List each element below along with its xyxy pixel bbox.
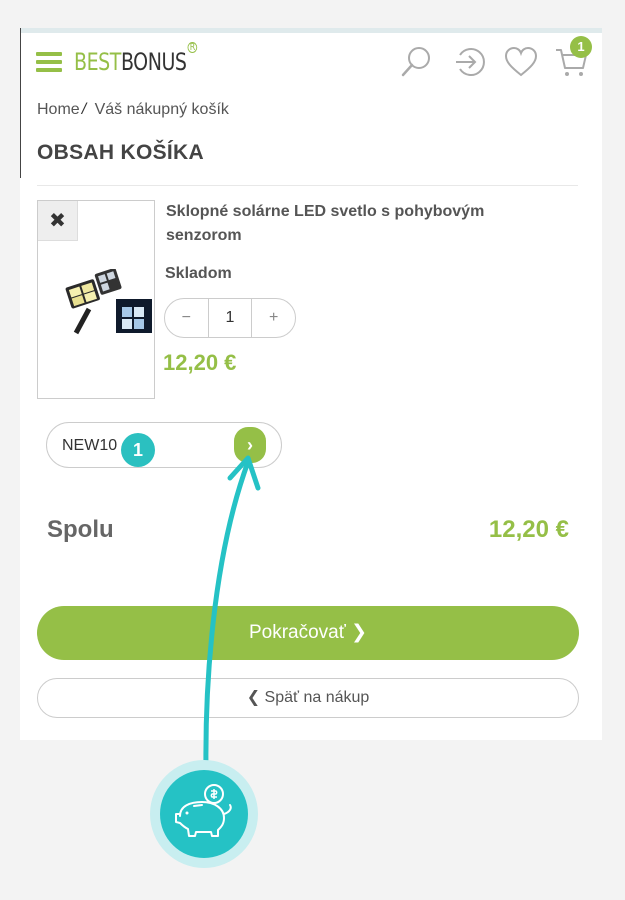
piggy-bank-icon <box>150 760 258 868</box>
product-name[interactable]: Sklopné solárne LED svetlo s pohybovým s… <box>166 200 546 248</box>
qty-value[interactable]: 1 <box>207 299 253 337</box>
header-icons: 1 <box>386 36 592 84</box>
apply-coupon-button[interactable]: › <box>234 427 266 463</box>
login-icon[interactable] <box>452 44 488 80</box>
menu-icon[interactable] <box>36 52 62 72</box>
cart-count-badge: 1 <box>570 36 592 58</box>
back-to-shop-button[interactable]: ❮ Späť na nákup <box>37 678 579 718</box>
product-image <box>65 269 152 335</box>
divider <box>37 185 578 186</box>
site-logo[interactable]: BESTBONUS R <box>74 42 198 76</box>
page-title: OBSAH KOŠÍKA <box>37 141 204 164</box>
quantity-stepper: − 1 + <box>164 298 296 338</box>
panel-edge-line <box>20 28 21 178</box>
product-thumbnail[interactable]: ✖ <box>37 200 155 399</box>
total-label: Spolu <box>47 516 114 543</box>
continue-button[interactable]: Pokračovať ❯ <box>37 606 579 660</box>
breadcrumb-current[interactable]: Váš nákupný košík <box>95 101 229 118</box>
step-number-badge: 1 <box>121 433 155 467</box>
qty-increase-button[interactable]: + <box>252 299 295 337</box>
cart-icon[interactable]: 1 <box>554 36 592 80</box>
breadcrumb-separator: / <box>81 101 87 118</box>
remove-item-button[interactable]: ✖ <box>38 201 78 241</box>
site-header: BESTBONUS R 1 <box>36 36 592 84</box>
breadcrumb: Home / Váš nákupný košík <box>37 101 229 119</box>
stock-status: Skladom <box>165 265 232 282</box>
breadcrumb-home[interactable]: Home <box>37 101 80 118</box>
search-icon[interactable] <box>398 44 434 80</box>
total-value: 12,20 € <box>488 516 569 543</box>
product-price: 12,20 € <box>163 350 237 375</box>
qty-decrease-button[interactable]: − <box>165 299 208 337</box>
heart-icon[interactable] <box>503 44 539 80</box>
